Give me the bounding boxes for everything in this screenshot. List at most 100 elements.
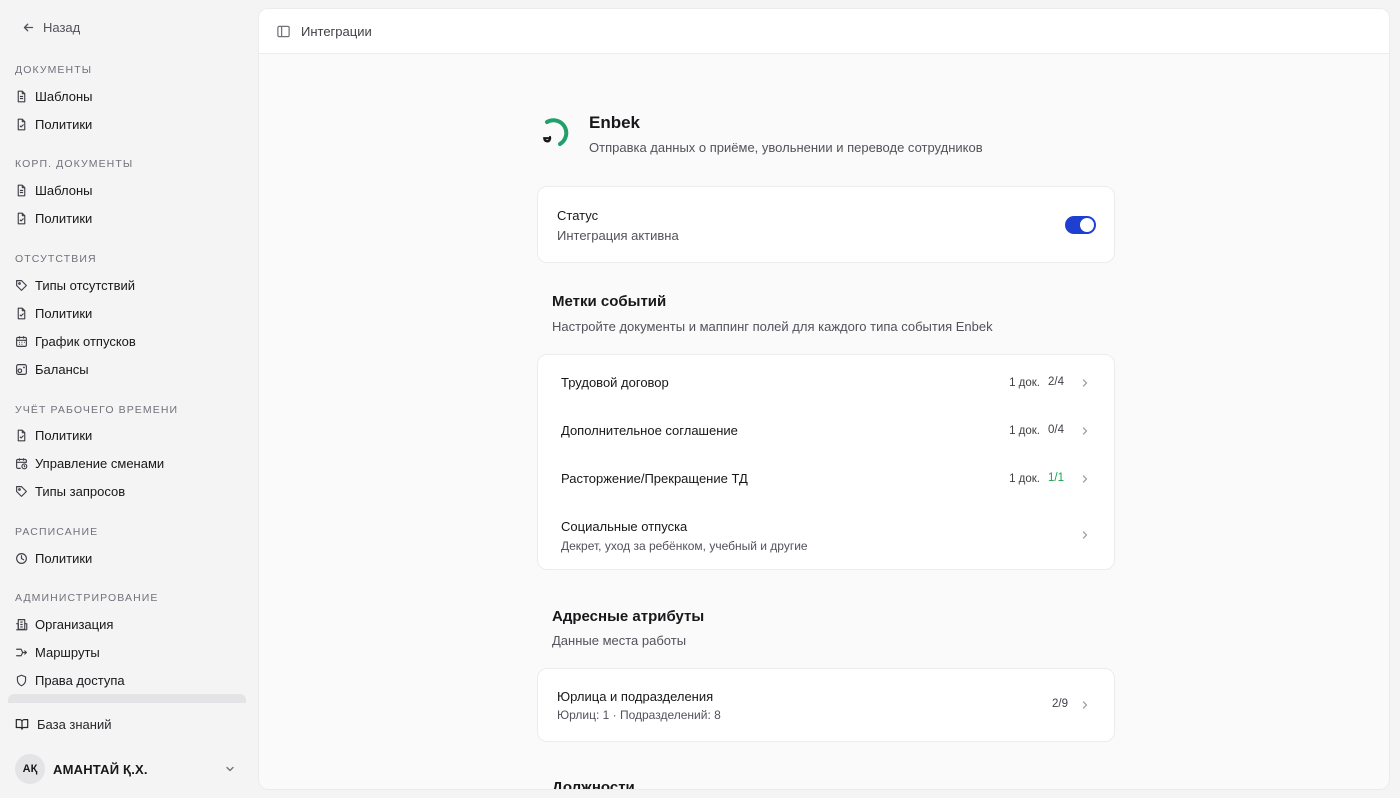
tag-icon	[15, 485, 28, 498]
group-title-administration: Администрирование	[15, 592, 159, 604]
scale-icon	[15, 363, 28, 376]
chevron-right-icon	[1082, 379, 1088, 387]
group-title-schedule: Расписание	[15, 526, 99, 538]
chevron-right-icon	[1082, 475, 1088, 483]
sidebar-item-schedule-policies[interactable]: Политики	[8, 544, 246, 572]
integration-name: Enbek	[589, 113, 641, 132]
sidebar: Назад Документы Шаблоны Политики Корп. д…	[0, 0, 258, 798]
route-icon	[15, 646, 28, 659]
status-subtitle: Интеграция активна	[557, 228, 679, 243]
sidebar-item-corp-templates[interactable]: Шаблоны	[8, 176, 246, 204]
back-link[interactable]: Назад	[22, 18, 80, 36]
book-open-icon	[15, 719, 29, 730]
event-mapping-progress: 1/1	[1048, 472, 1064, 484]
file-check-icon	[15, 429, 28, 442]
address-mapping-progress: 2/9	[1052, 698, 1068, 710]
knowledge-base-label: База знаний	[37, 716, 112, 732]
event-row-employment-contract[interactable]: Трудовой договор 1 док. 2/4	[538, 355, 1114, 403]
sidebar-item-label: Управление сменами	[35, 455, 165, 471]
integration-description: Отправка данных о приёме, увольнении и п…	[589, 140, 983, 155]
clock-icon	[15, 552, 28, 565]
sidebar-item-organization[interactable]: Организация	[8, 610, 246, 638]
events-section-title: Метки событий	[552, 293, 667, 310]
sidebar-item-label: Политики	[35, 427, 93, 443]
sidebar-item-label: Политики	[35, 210, 93, 226]
event-label: Расторжение/Прекращение ТД	[561, 471, 748, 486]
event-docs-count: 1 док.	[1009, 377, 1040, 389]
group-title-absences: Отсутствия	[15, 253, 97, 265]
address-section-title: Адресные атрибуты	[552, 608, 705, 625]
toggle-knob	[1080, 218, 1094, 232]
settings-nav: Документы Шаблоны Политики Корп. докумен…	[8, 52, 246, 703]
file-icon	[15, 184, 28, 197]
shield-icon	[15, 674, 28, 687]
file-icon	[15, 90, 28, 103]
status-title: Статус	[557, 208, 599, 223]
knowledge-base-link[interactable]: База знаний	[15, 714, 112, 734]
main-panel: Интеграции Enbek Отправка данных о приём…	[258, 8, 1390, 790]
sidebar-item-absence-types[interactable]: Типы отсутствий	[8, 271, 246, 299]
sidebar-item-label: Права доступа	[35, 672, 125, 688]
calendar-icon	[15, 335, 28, 348]
address-label: Юрлица и подразделения	[557, 689, 714, 704]
avatar: АҚ	[15, 754, 45, 784]
events-card: Трудовой договор 1 док. 2/4 Дополнительн…	[537, 354, 1115, 570]
building-icon	[15, 618, 28, 631]
sidebar-item-balances[interactable]: Балансы	[8, 355, 246, 383]
sidebar-item-request-types[interactable]: Типы запросов	[8, 477, 246, 505]
event-row-social-leave[interactable]: Социальные отпуска Декрет, уход за ребён…	[538, 499, 1114, 569]
group-title-documents: Документы	[15, 64, 93, 76]
event-label: Дополнительное соглашение	[561, 423, 738, 438]
sidebar-item-label: Политики	[35, 550, 93, 566]
address-sublabel: Юрлиц: 1 · Подразделений: 8	[557, 708, 721, 722]
chevron-right-icon	[1082, 531, 1088, 539]
sidebar-item-access-rights[interactable]: Права доступа	[8, 666, 246, 694]
event-mapping-progress: 2/4	[1048, 376, 1064, 388]
sidebar-item-label: Организация	[35, 616, 114, 632]
user-menu[interactable]: АҚ АМАНТАЙ Қ.Х.	[8, 750, 246, 788]
sidebar-item-label: Политики	[35, 305, 93, 321]
integration-content: Enbek Отправка данных о приёме, увольнен…	[537, 9, 1115, 789]
sidebar-toggle-icon[interactable]	[276, 24, 291, 39]
calendar-clock-icon	[15, 457, 28, 470]
file-check-icon	[15, 118, 28, 131]
back-label: Назад	[43, 19, 81, 35]
file-check-icon	[15, 307, 28, 320]
chevron-right-icon	[1082, 701, 1088, 709]
sidebar-item-integrations-active[interactable]	[8, 694, 246, 703]
event-label: Трудовой договор	[561, 375, 669, 390]
sidebar-item-label: Маршруты	[35, 644, 100, 660]
sidebar-item-label: Типы отсутствий	[35, 277, 136, 293]
address-row-legal-entities[interactable]: Юрлица и подразделения Юрлиц: 1 · Подраз…	[537, 668, 1115, 742]
status-card: Статус Интеграция активна	[537, 186, 1115, 263]
sidebar-item-routes[interactable]: Маршруты	[8, 638, 246, 666]
sidebar-item-label: Шаблоны	[35, 88, 93, 104]
event-row-additional-agreement[interactable]: Дополнительное соглашение 1 док. 0/4	[538, 403, 1114, 451]
breadcrumb: Интеграции	[301, 23, 372, 39]
sidebar-item-shift-management[interactable]: Управление сменами	[8, 449, 246, 477]
arrow-left-icon	[23, 23, 34, 31]
sidebar-item-label: График отпусков	[35, 333, 136, 349]
event-row-termination[interactable]: Расторжение/Прекращение ТД 1 док. 1/1	[538, 451, 1114, 499]
event-label: Социальные отпуска	[561, 519, 688, 534]
event-docs-count: 1 док.	[1009, 425, 1040, 437]
address-section-subtitle: Данные места работы	[552, 633, 687, 648]
sidebar-item-corp-policies[interactable]: Политики	[8, 204, 246, 232]
sidebar-item-doc-policies[interactable]: Политики	[8, 110, 246, 138]
sidebar-item-vacation-schedule[interactable]: График отпусков	[8, 327, 246, 355]
event-mapping-progress: 0/4	[1048, 424, 1064, 436]
enbek-logo-icon	[543, 118, 569, 146]
sidebar-item-label: Политики	[35, 116, 93, 132]
sidebar-item-time-policies[interactable]: Политики	[8, 421, 246, 449]
tag-icon	[15, 279, 28, 292]
sidebar-item-label: Типы запросов	[35, 483, 126, 499]
sidebar-item-absence-policies[interactable]: Политики	[8, 299, 246, 327]
event-docs-count: 1 док.	[1009, 473, 1040, 485]
sidebar-item-doc-templates[interactable]: Шаблоны	[8, 82, 246, 110]
group-title-time-tracking: Учёт рабочего времени	[15, 404, 179, 416]
file-check-icon	[15, 212, 28, 225]
sidebar-item-label: Шаблоны	[35, 182, 93, 198]
sidebar-item-label: Балансы	[35, 361, 89, 377]
status-toggle[interactable]	[1065, 216, 1096, 234]
group-title-corp-documents: Корп. документы	[15, 158, 134, 170]
